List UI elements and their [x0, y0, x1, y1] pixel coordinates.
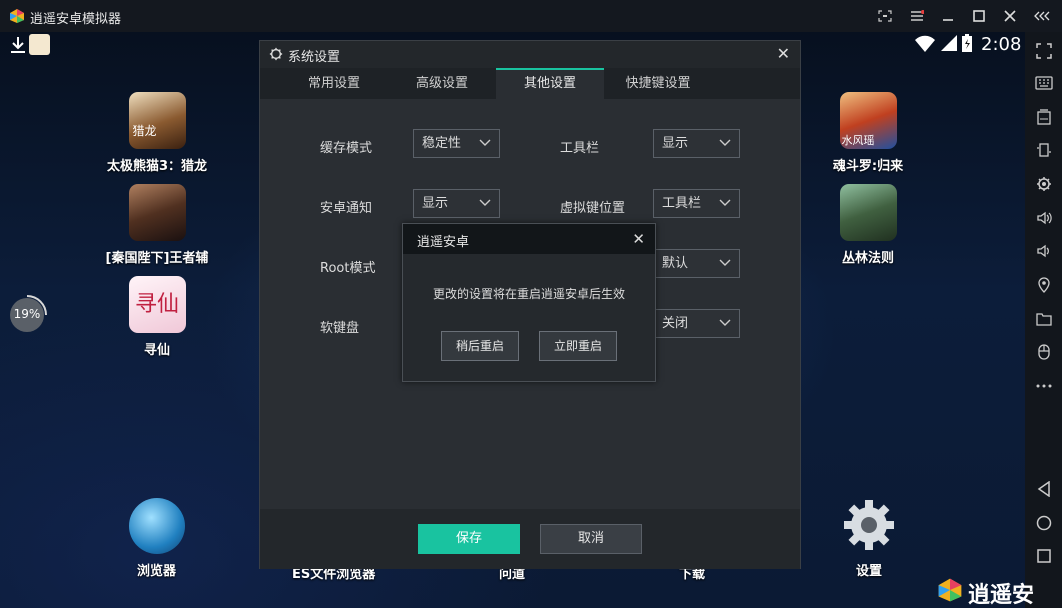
app-label: [秦国陛下]王者辅: [105, 251, 209, 266]
app-label: 丛林法则: [841, 251, 894, 266]
home-icon[interactable]: [1033, 512, 1054, 533]
toolbar-value: 显示: [662, 136, 689, 151]
more-icon[interactable]: [1033, 375, 1054, 396]
title-bar: 逍遥安卓模拟器: [0, 0, 1062, 32]
soft-keyboard-select[interactable]: 关闭: [653, 309, 740, 338]
app-label: 寻仙: [143, 343, 170, 358]
browser-icon[interactable]: [129, 498, 185, 554]
signal-icon: [941, 35, 957, 51]
app-art-text: 寻仙: [134, 292, 179, 317]
app-taiji-panda[interactable]: 猎龙 太极熊猫3：猎龙: [97, 92, 217, 174]
confirm-title: 逍遥安卓: [417, 235, 470, 250]
restart-now-button[interactable]: 立即重启: [539, 331, 617, 361]
app-wangzhe-helper-icon: [128, 184, 186, 241]
cache-mode-label: 缓存模式: [320, 141, 373, 156]
apk-icon[interactable]: [1033, 106, 1054, 127]
save-button[interactable]: 保存: [418, 524, 520, 554]
cancel-button[interactable]: 取消: [540, 524, 642, 554]
chevron-down-icon: [479, 139, 491, 146]
app-taiji-panda-icon: 猎龙: [128, 92, 186, 149]
window-title: 逍遥安卓模拟器: [30, 12, 122, 27]
game-notification-icon[interactable]: [29, 34, 50, 55]
dock-label-settings: 设置: [856, 564, 883, 579]
confirm-close-icon[interactable]: ✕: [632, 230, 645, 248]
settings-title: 系统设置: [288, 50, 341, 65]
tab-advanced[interactable]: 高级设置: [388, 68, 496, 99]
maximize-icon[interactable]: [969, 6, 989, 26]
tab-other[interactable]: 其他设置: [496, 68, 604, 99]
app-contra[interactable]: 水风瑶 魂斗罗:归来: [808, 92, 928, 174]
brand-logo-icon: [938, 578, 962, 602]
cache-mode-value: 稳定性: [422, 136, 462, 151]
gear-icon: [269, 47, 283, 61]
app-badge: 猎龙: [132, 124, 157, 138]
toolbar-select[interactable]: 显示: [653, 129, 740, 158]
settings-close-icon[interactable]: ✕: [777, 44, 790, 63]
screen-rotate-icon[interactable]: [1033, 139, 1054, 160]
virtual-key-value: 工具栏: [662, 196, 702, 211]
status-time: 2:08: [981, 34, 1022, 55]
settings-gear-icon[interactable]: [842, 498, 896, 552]
dock-label-browser: 浏览器: [137, 564, 177, 579]
restart-confirm-dialog: 逍遥安卓 ✕ 更改的设置将在重启逍遥安卓后生效 稍后重启 立即重启: [402, 223, 656, 382]
virtual-key-select[interactable]: 工具栏: [653, 189, 740, 218]
chevron-down-icon: [719, 319, 731, 326]
minimize-icon[interactable]: [938, 6, 958, 26]
memory-progress[interactable]: 19%: [7, 295, 47, 335]
android-notify-label: 安卓通知: [320, 201, 373, 216]
close-icon[interactable]: [1000, 6, 1020, 26]
volume-up-icon[interactable]: [1033, 207, 1054, 228]
restart-later-button[interactable]: 稍后重启: [441, 331, 519, 361]
settings-footer: 保存 取消: [260, 509, 800, 569]
app-xunxian-icon: 寻仙: [128, 276, 186, 333]
android-notify-select[interactable]: 显示: [413, 189, 500, 218]
folder-icon[interactable]: [1033, 308, 1054, 329]
location-icon[interactable]: [1033, 274, 1054, 295]
soft-keyboard-label: 软键盘: [320, 321, 360, 336]
back-icon[interactable]: [1033, 478, 1054, 499]
app-xunxian[interactable]: 寻仙 寻仙: [97, 276, 217, 358]
collapse-icon[interactable]: [1032, 6, 1052, 26]
tab-general[interactable]: 常用设置: [280, 68, 388, 99]
virtual-key-label: 虚拟键位置: [560, 201, 626, 216]
app-badge: 水风瑶: [841, 134, 875, 147]
chevron-down-icon: [479, 199, 491, 206]
settings-tabs: 常用设置 高级设置 其他设置 快捷键设置: [260, 68, 800, 99]
recent-apps-icon[interactable]: [1033, 545, 1054, 566]
root-mode-label: Root模式: [320, 261, 376, 276]
android-notify-value: 显示: [422, 196, 449, 211]
tab-shortcuts[interactable]: 快捷键设置: [604, 68, 712, 99]
wifi-icon: [915, 35, 935, 52]
app-jungle-law-icon: [839, 184, 897, 241]
root-mode-value: 默认: [662, 256, 689, 271]
menu-icon[interactable]: [907, 6, 927, 26]
settings-header: 系统设置 ✕: [260, 41, 800, 68]
app-wangzhe-helper[interactable]: [秦国陛下]王者辅: [97, 184, 217, 266]
download-icon[interactable]: [10, 36, 26, 54]
confirm-header: 逍遥安卓 ✕: [403, 224, 655, 254]
expand-icon[interactable]: [1033, 40, 1054, 61]
app-label: 太极熊猫3：猎龙: [106, 159, 208, 174]
chevron-down-icon: [719, 199, 731, 206]
chevron-down-icon: [719, 259, 731, 266]
app-label: 魂斗罗:归来: [832, 159, 904, 174]
soft-keyboard-value: 关闭: [662, 316, 689, 331]
app-contra-icon: 水风瑶: [839, 92, 897, 149]
toolbar-label: 工具栏: [560, 141, 600, 156]
right-toolbar: [1025, 32, 1062, 608]
cache-mode-select[interactable]: 稳定性: [413, 129, 500, 158]
battery-icon: [962, 34, 972, 52]
fullscreen-icon[interactable]: [875, 6, 895, 26]
memu-logo-icon: [10, 9, 24, 23]
volume-down-icon[interactable]: [1033, 240, 1054, 261]
root-mode-select[interactable]: 默认: [653, 249, 740, 278]
shake-icon[interactable]: [1033, 341, 1054, 362]
progress-label: 19%: [13, 307, 41, 321]
chevron-down-icon: [719, 139, 731, 146]
brand-text: 逍遥安: [968, 583, 1035, 608]
app-jungle-law[interactable]: 丛林法则: [808, 184, 928, 266]
settings-icon[interactable]: [1033, 173, 1054, 194]
keyboard-icon[interactable]: [1033, 72, 1054, 93]
confirm-message: 更改的设置将在重启逍遥安卓后生效: [432, 287, 625, 301]
